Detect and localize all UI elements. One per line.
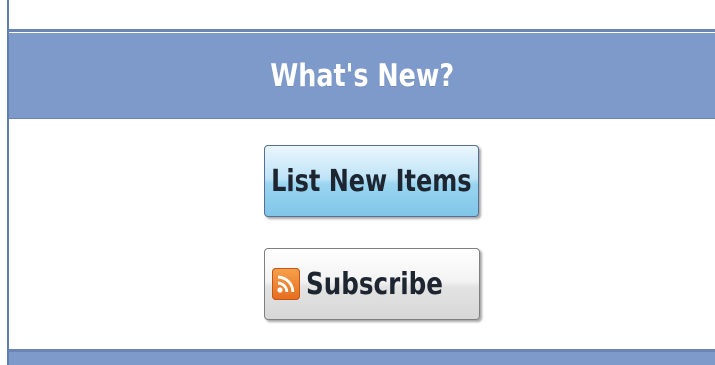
- subscribe-label: Subscribe: [305, 266, 443, 302]
- whats-new-header: What's New?: [9, 33, 715, 119]
- list-new-items-button[interactable]: List New Items: [264, 145, 479, 217]
- panel-top-border: [9, 29, 715, 32]
- rss-icon: [271, 268, 300, 300]
- list-new-items-label: List New Items: [271, 163, 472, 199]
- next-panel-header: [9, 352, 715, 365]
- panel-title: What's New?: [270, 57, 454, 94]
- subscribe-button[interactable]: Subscribe: [264, 248, 480, 320]
